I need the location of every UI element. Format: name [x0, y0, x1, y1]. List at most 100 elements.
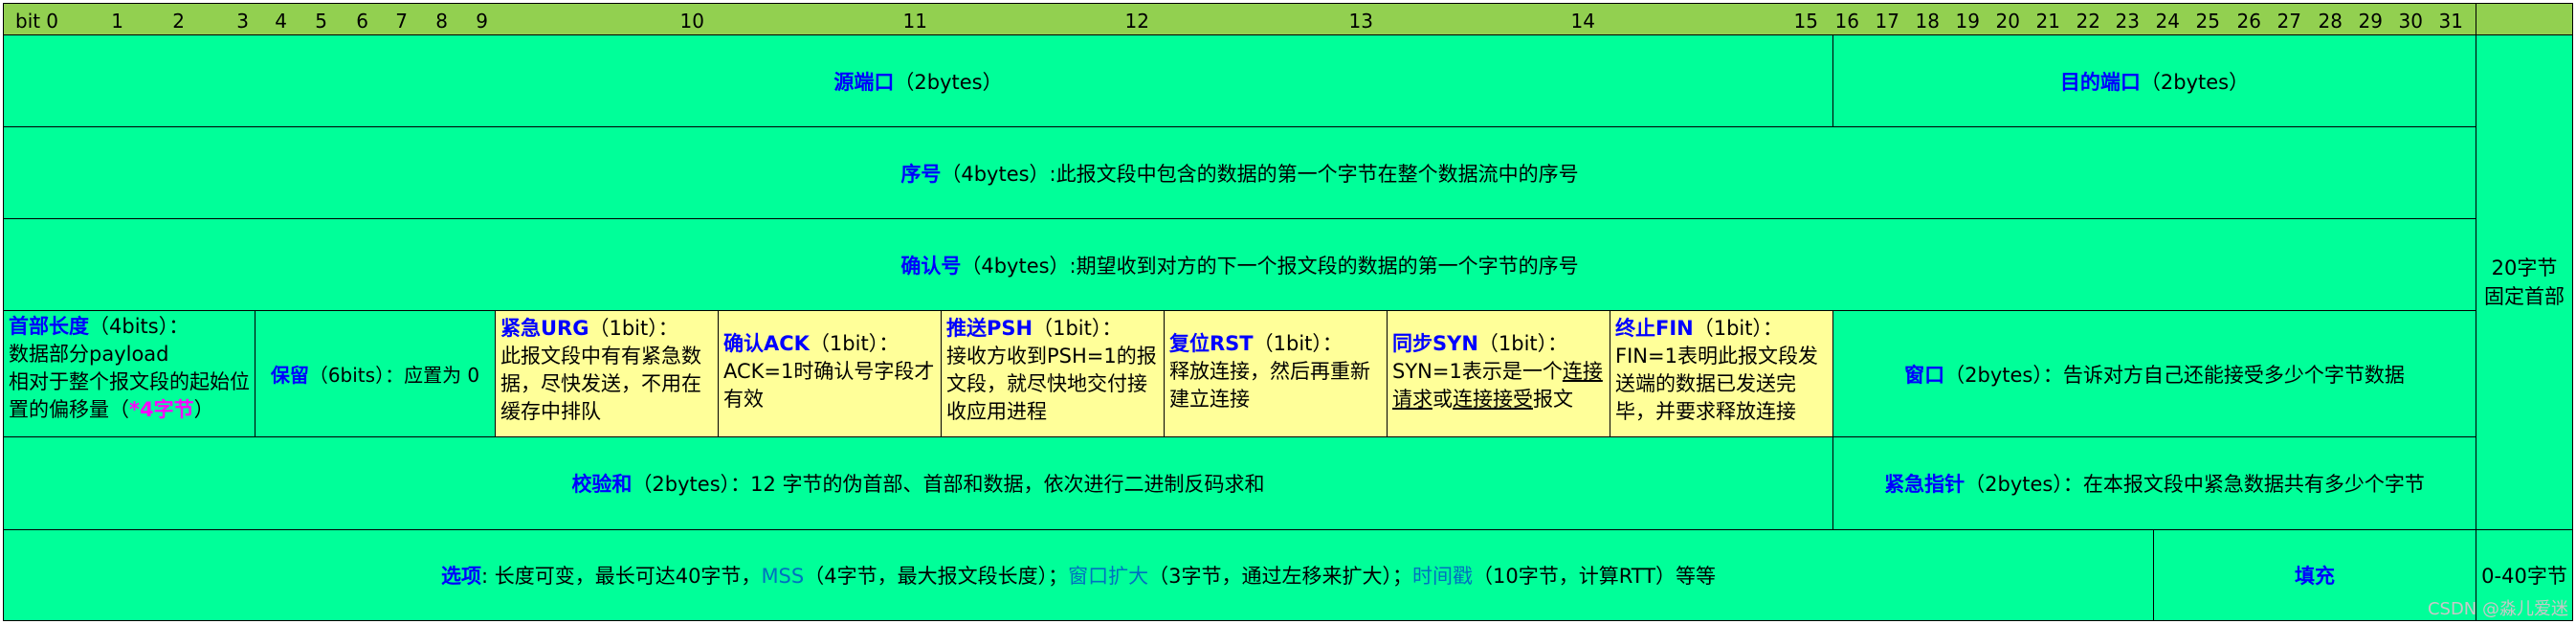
bit-number: 27 [2276, 10, 2301, 33]
options-text-3: （3字节，通过左移来扩大）； [1148, 565, 1412, 588]
bit-number: 14 [1570, 10, 1595, 33]
bit-number: 29 [2358, 10, 2383, 33]
bit-number: 28 [2318, 10, 2343, 33]
bit-number: 31 [2438, 10, 2463, 33]
bit-number: 11 [902, 10, 927, 33]
ack-flag-field: 确认ACK（1bit）： ACK=1时确认号字段才 有效 [718, 310, 942, 437]
bit-number: 9 [476, 10, 488, 33]
sequence-number-name: 序号 [900, 162, 942, 186]
ack-number-field: 确认号（4bytes）:期望收到对方的下一个报文段的数据的第一个字节的序号 [3, 218, 2476, 311]
bit-number: 30 [2398, 10, 2423, 33]
ack-number-detail: （4bytes）:期望收到对方的下一个报文段的数据的第一个字节的序号 [961, 254, 1579, 278]
syn-or-text: 或 [1432, 388, 1453, 411]
urgent-pointer-detail: （2bytes）：在本报文段中紧急数据共有多少个字节 [1965, 473, 2425, 496]
bit-number: 26 [2236, 10, 2261, 33]
window-detail: （2bytes）：告诉对方自己还能接受多少个字节数据 [1944, 363, 2405, 387]
bit-number: 12 [1124, 10, 1149, 33]
source-port-name: 源端口 [833, 70, 895, 94]
sequence-number-field: 序号（4bytes）:此报文段中包含的数据的第一个字节在整个数据流中的序号 [3, 126, 2476, 219]
bit-number: 17 [1875, 10, 1899, 33]
psh-flag-field: 推送PSH（1bit）： 接收方收到PSH=1的报 文段，就尽快地交付接 收应用… [941, 310, 1165, 437]
options-field: 选项: 长度可变，最长可达40字节，MSS（4字节，最大报文段长度）；窗口扩大（… [3, 529, 2154, 621]
urg-name: 紧急URG [500, 317, 589, 340]
rst-line3: 建立连接 [1169, 388, 1250, 411]
reserved-detail: （6bits）：应置为 0 [308, 364, 480, 387]
psh-detail: （1bit）： [1033, 317, 1122, 340]
checksum-field: 校验和（2bytes）：12 字节的伪首部、首部和数据，依次进行二进制反码求和 [3, 436, 1833, 530]
fin-line3: 送端的数据已发送完 [1615, 372, 1796, 395]
header-length-field: 首部长度（4bits）： 数据部分payload 相对于整个报文段的起始位 置的… [3, 310, 255, 437]
header-length-multiplier: *4字节 [129, 398, 194, 421]
urg-line4: 缓存中排队 [500, 400, 601, 423]
header-corner [2476, 3, 2573, 35]
checksum-detail: （2bytes）：12 字节的伪首部、首部和数据，依次进行二进制反码求和 [632, 473, 1265, 496]
bit-number: 3 [236, 10, 249, 33]
syn-message-text: 报文 [1533, 388, 1573, 411]
psh-line3: 文段，就尽快地交付接 [946, 372, 1147, 395]
bit-header-row: bit 0 1 2 3 4 5 6 7 8 9 10 11 12 13 14 15 16 17 18 19 20 21 22… [3, 3, 2476, 35]
bit-number: 16 [1834, 10, 1859, 33]
header-length-detail: （4bits）： [89, 315, 189, 338]
source-port-detail: （2bytes） [894, 70, 1003, 94]
ack-name: 确认ACK [723, 332, 810, 355]
sequence-number-detail: （4bytes）:此报文段中包含的数据的第一个字节在整个数据流中的序号 [941, 162, 1579, 186]
syn-flag-field: 同步SYN（1bit）： SYN=1表示是一个连接 请求或连接接受报文 [1387, 310, 1610, 437]
reserved-name: 保留 [270, 364, 309, 387]
bit-number: 4 [275, 10, 287, 33]
header-length-line4c: ） [193, 398, 214, 421]
bit-number: 6 [356, 10, 368, 33]
bit-number: 7 [395, 10, 408, 33]
bit-number: 2 [172, 10, 185, 33]
bit-number: 10 [679, 10, 704, 33]
urgent-pointer-field: 紧急指针（2bytes）：在本报文段中紧急数据共有多少个字节 [1832, 436, 2476, 530]
ack-detail: （1bit）： [809, 332, 899, 355]
fixed-header-size: 20字节 [2491, 256, 2558, 279]
fixed-header-label: 固定首部 [2484, 285, 2565, 308]
urg-line3: 据，尽快发送，不用在 [500, 372, 701, 395]
syn-request-text: 请求 [1392, 388, 1432, 411]
rst-flag-field: 复位RST（1bit）： 释放连接，然后再重新 建立连接 [1164, 310, 1388, 437]
options-mss: MSS [761, 565, 805, 588]
fin-name: 终止FIN [1615, 317, 1694, 340]
urg-line2: 此报文段中有有紧急数 [500, 345, 701, 368]
rst-name: 复位RST [1169, 332, 1254, 355]
bit-number: 13 [1348, 10, 1373, 33]
bit-number: 18 [1915, 10, 1940, 33]
ack-line3: 有效 [723, 388, 764, 411]
bit-number: 23 [2115, 10, 2140, 33]
syn-line2a: SYN=1表示是一个 [1392, 360, 1563, 383]
syn-connection-text: 连接 [1562, 360, 1603, 383]
checksum-name: 校验和 [571, 473, 633, 496]
urgent-pointer-name: 紧急指针 [1884, 473, 1965, 496]
bit-label: bit [15, 10, 41, 33]
bit-number: 15 [1793, 10, 1818, 33]
syn-accept-text: 连接接受 [1453, 388, 1533, 411]
destination-port-detail: （2bytes） [2140, 70, 2250, 94]
bit-number: 21 [2035, 10, 2060, 33]
destination-port-field: 目的端口（2bytes） [1832, 34, 2476, 127]
options-name: 选项 [440, 565, 481, 588]
psh-name: 推送PSH [946, 317, 1033, 340]
watermark: CSDN @淼儿爱迷 [2427, 599, 2568, 619]
options-text-2: （4字节，最大报文段长度）； [804, 565, 1069, 588]
window-field: 窗口（2bytes）：告诉对方自己还能接受多少个字节数据 [1832, 310, 2476, 437]
source-port-field: 源端口（2bytes） [3, 34, 1833, 127]
reserved-field: 保留（6bits）：应置为 0 [255, 310, 496, 437]
options-text-4: （10字节，计算RTT）等等 [1472, 565, 1717, 588]
rst-detail: （1bit）： [1253, 332, 1343, 355]
bit-number: 20 [1995, 10, 2020, 33]
options-window-scale: 窗口扩大 [1068, 565, 1149, 588]
header-length-line2: 数据部分payload [9, 343, 169, 366]
syn-name: 同步SYN [1392, 332, 1478, 355]
urg-flag-field: 紧急URG（1bit）： 此报文段中有有紧急数 据，尽快发送，不用在 缓存中排队 [495, 310, 719, 437]
fixed-header-size-cell: 20字节 固定首部 [2476, 34, 2573, 530]
header-length-line4a: 置的偏移量（ [9, 398, 129, 421]
options-size: 0-40字节 [2481, 565, 2567, 588]
destination-port-name: 目的端口 [2059, 70, 2141, 94]
ack-line2: ACK=1时确认号字段才 [723, 360, 935, 383]
urg-detail: （1bit）： [588, 317, 678, 340]
fin-detail: （1bit）： [1693, 317, 1783, 340]
syn-detail: （1bit）： [1477, 332, 1568, 355]
options-timestamp: 时间戳 [1411, 565, 1473, 588]
options-text-1: : 长度可变，最长可达40字节， [480, 565, 762, 588]
